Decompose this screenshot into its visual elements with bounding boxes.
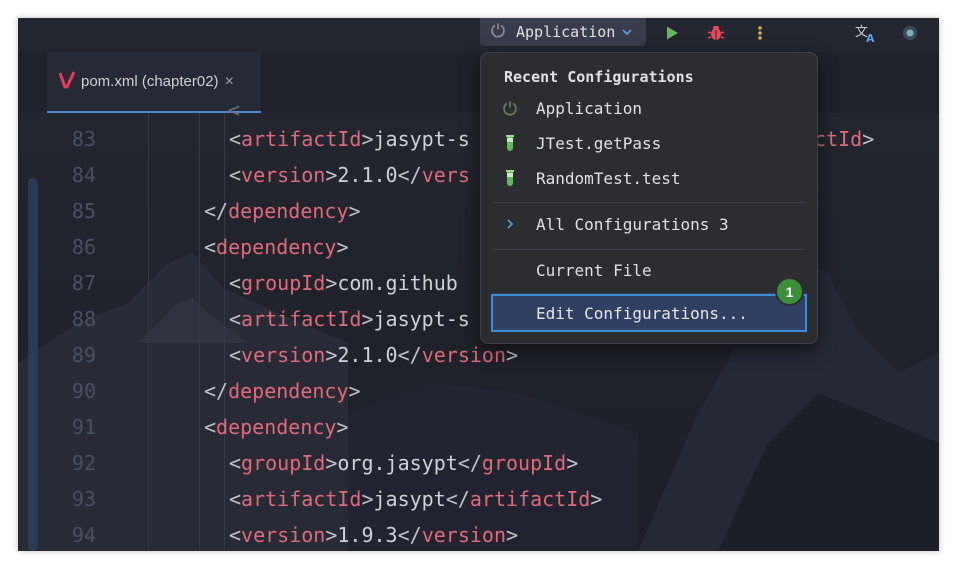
line-number: 86 [71, 235, 96, 259]
run-icon[interactable] [660, 21, 684, 45]
ide-window: Application 文 A pom.xml (chapter02) × < … [18, 18, 939, 551]
code-line[interactable]: <artifactId>jasypt</artifactId> [229, 487, 602, 511]
code-line[interactable]: <version>2.1.0</version> [229, 343, 518, 367]
code-line[interactable]: <version>1.9.3</version> [229, 523, 518, 547]
separator [493, 249, 805, 250]
popup-header: Recent Configurations [504, 68, 694, 86]
edit-configurations-item[interactable]: Edit Configurations... [491, 294, 807, 332]
all-configurations-label: All Configurations 3 [536, 214, 729, 234]
code-line-partial: < [228, 98, 241, 122]
edit-configurations-label: Edit Configurations... [536, 304, 748, 323]
line-number: 84 [71, 163, 96, 187]
code-line[interactable]: <artifactId>jasypt-s [229, 127, 470, 151]
code-line[interactable]: <groupId>org.jasypt</groupId> [229, 451, 578, 475]
line-number: 91 [71, 415, 96, 439]
current-file-item[interactable]: Current File [495, 254, 803, 286]
config-item-application[interactable]: Application [495, 92, 803, 124]
power-icon [499, 100, 521, 116]
code-line[interactable]: <artifactId>jasypt-s [229, 307, 470, 331]
line-number: 94 [71, 523, 96, 547]
line-number: 85 [71, 199, 96, 223]
step-number-badge: 1 [775, 277, 804, 306]
line-number: 90 [71, 379, 96, 403]
line-number: 92 [71, 451, 96, 475]
config-item-label: RandomTest.test [536, 168, 681, 188]
tab-title: pom.xml (chapter02) [81, 73, 219, 90]
status-icon[interactable] [898, 21, 922, 45]
main-toolbar [18, 18, 939, 52]
test-flask-icon [499, 134, 521, 152]
indent-guide [224, 113, 225, 551]
code-line[interactable]: </dependency> [204, 379, 361, 403]
svg-text:A: A [866, 32, 875, 43]
line-number: 93 [71, 487, 96, 511]
translate-icon[interactable]: 文 A [854, 21, 878, 45]
config-item-label: Application [536, 98, 642, 118]
current-file-label: Current File [536, 260, 652, 280]
scrollbar[interactable] [28, 178, 38, 551]
code-line[interactable]: <groupId>com.github [229, 271, 458, 295]
run-configurations-popup: Recent Configurations Application JTest.… [480, 52, 818, 344]
config-item-label: JTest.getPass [536, 133, 662, 153]
test-flask-icon [499, 169, 521, 187]
maven-file-icon [58, 70, 76, 93]
line-number: 88 [71, 307, 96, 331]
power-icon [490, 22, 510, 42]
code-line[interactable]: <version>2.1.0</vers [229, 163, 470, 187]
indent-guide [199, 113, 200, 551]
run-configuration-label: Application [516, 23, 616, 41]
chevron-down-icon [621, 23, 633, 41]
indent-guide [148, 113, 149, 551]
more-icon[interactable] [748, 21, 772, 45]
line-number: 87 [71, 271, 96, 295]
code-line[interactable]: <dependency> [204, 415, 349, 439]
debug-icon[interactable] [704, 21, 728, 45]
config-item-randomtest-test[interactable]: RandomTest.test [495, 162, 803, 194]
chevron-right-icon [499, 218, 521, 230]
line-number: 83 [71, 127, 96, 151]
line-number: 89 [71, 343, 96, 367]
all-configurations-item[interactable]: All Configurations 3 [495, 208, 803, 240]
code-line[interactable]: <dependency> [204, 235, 349, 259]
config-item-jtest-getpass[interactable]: JTest.getPass [495, 127, 803, 159]
code-line[interactable]: </dependency> [204, 199, 361, 223]
close-icon[interactable]: × [225, 73, 234, 91]
separator [493, 202, 805, 203]
run-configuration-selector[interactable]: Application [480, 18, 646, 46]
